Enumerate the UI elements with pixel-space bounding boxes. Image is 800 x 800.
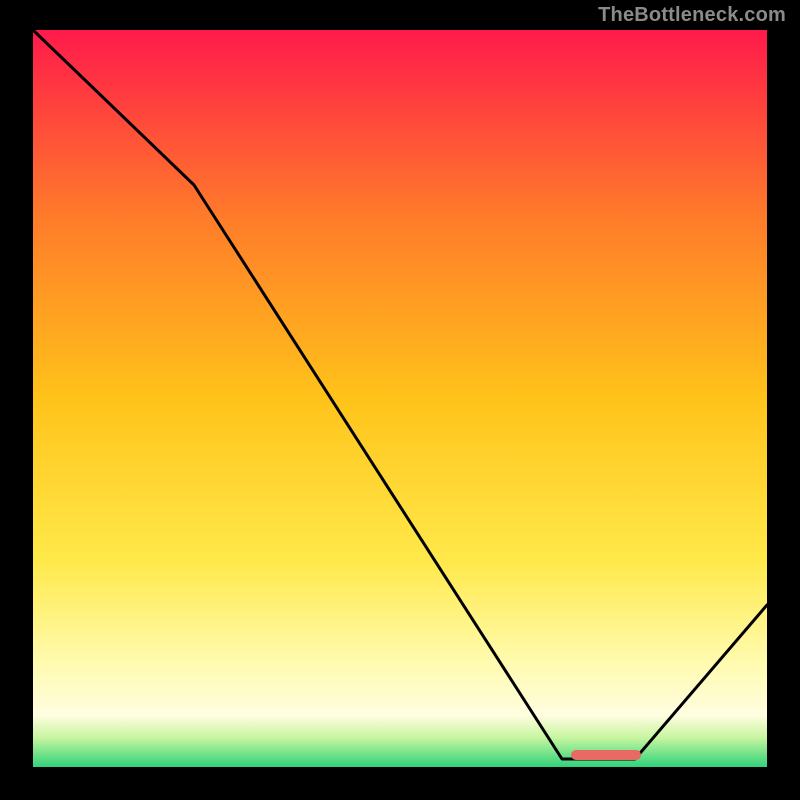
watermark-text: TheBottleneck.com (598, 4, 786, 27)
highlight-marker (571, 750, 641, 760)
chart-svg (33, 30, 767, 767)
plot-area (33, 30, 767, 767)
chart-container: TheBottleneck.com (0, 0, 800, 800)
gradient-background (33, 30, 767, 767)
